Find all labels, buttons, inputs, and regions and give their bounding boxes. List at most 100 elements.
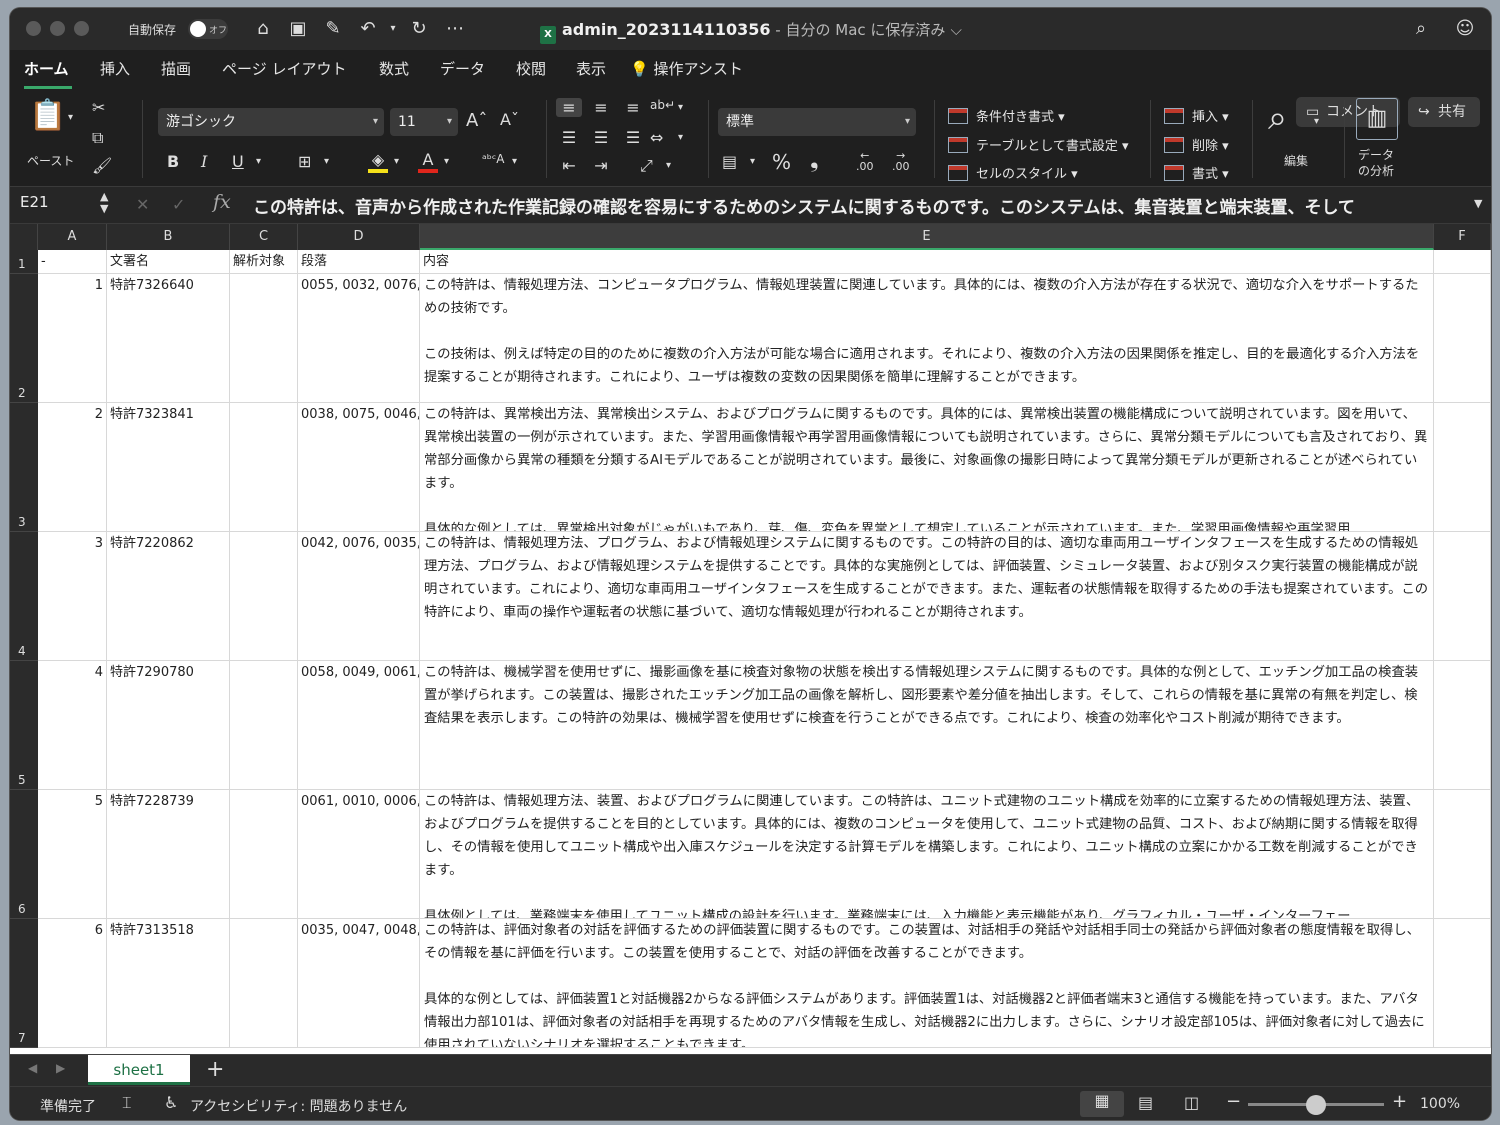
paste-icon[interactable]: 📋 [28, 98, 68, 142]
save-icon[interactable]: ▣ [285, 16, 311, 42]
macro-record-icon[interactable]: ⌶ [122, 1093, 132, 1113]
row-header-5[interactable]: 5 [10, 661, 38, 790]
document-title[interactable]: Xadmin_2023114110356 - 自分の Mac に保存済み ⌵ [540, 19, 962, 44]
cell-f1[interactable] [1434, 250, 1491, 274]
cell-c5[interactable] [230, 661, 298, 790]
cell-a6[interactable]: 5 [38, 790, 107, 919]
formula-input[interactable]: この特許は、音声から作成された作業記録の確認を容易にするためのシステムに関するも… [253, 193, 1463, 218]
cell-b3[interactable]: 特許7323841 [107, 403, 230, 532]
tab-insert[interactable]: 挿入 [100, 58, 130, 79]
column-header-a[interactable]: A [38, 224, 107, 250]
delete-cells-button[interactable]: 削除 ▾ [1164, 135, 1229, 154]
cell-f3[interactable] [1434, 403, 1491, 532]
sheet-tab-sheet1[interactable]: sheet1 [88, 1055, 190, 1085]
page-layout-view-icon[interactable]: ▤ [1138, 1093, 1153, 1112]
align-center-icon[interactable]: ☰ [588, 128, 614, 147]
tab-tell-me[interactable]: 💡 操作アシスト [630, 58, 743, 79]
copy-icon[interactable]: ⧉ [92, 128, 103, 148]
align-left-icon[interactable]: ☰ [556, 128, 582, 147]
select-all-corner[interactable] [10, 224, 38, 250]
cell-f7[interactable] [1434, 919, 1491, 1048]
cell-b1[interactable]: 文署名 [107, 250, 230, 274]
add-sheet-button[interactable]: + [206, 1057, 224, 1082]
name-box-stepper-icon[interactable]: ▲ ▼ [100, 191, 108, 215]
font-name-select[interactable]: 游ゴシック ▾ [158, 108, 384, 136]
prev-sheet-icon[interactable]: ◀ [28, 1061, 37, 1075]
cell-a3[interactable]: 2 [38, 403, 107, 532]
cell-c3[interactable] [230, 403, 298, 532]
cell-e1[interactable]: 内容 [420, 250, 1434, 274]
accounting-dropdown-icon[interactable]: ▾ [750, 156, 755, 167]
save-as-icon[interactable]: ✎ [320, 16, 346, 42]
number-format-select[interactable]: 標準 ▾ [718, 108, 916, 136]
undo-dropdown-icon[interactable]: ▾ [380, 16, 406, 42]
autosave-toggle[interactable]: オフ [188, 19, 228, 39]
tab-draw[interactable]: 描画 [161, 58, 191, 79]
cell-a5[interactable]: 4 [38, 661, 107, 790]
zoom-out-button[interactable]: − [1226, 1091, 1241, 1112]
expand-formula-icon[interactable]: ▼ [1474, 197, 1482, 210]
spreadsheet-grid[interactable]: A B C D E F 1 - 文署名 解析対象 段落 内容 2 1 特許73266… [10, 224, 1491, 1054]
increase-decimal-icon[interactable]: ← .00 [856, 150, 874, 172]
name-box[interactable]: E21 [20, 193, 49, 211]
column-header-f[interactable]: F [1434, 224, 1491, 250]
cell-b6[interactable]: 特許7228739 [107, 790, 230, 919]
underline-button[interactable]: U [232, 152, 244, 171]
accounting-format-icon[interactable]: ▤ [722, 152, 737, 171]
align-bottom-icon[interactable]: ≡ [620, 98, 646, 117]
zoom-window-button[interactable] [74, 21, 89, 36]
analyze-data-label-1[interactable]: データ [1358, 146, 1394, 163]
cell-b4[interactable]: 特許7220862 [107, 532, 230, 661]
tab-home[interactable]: ホーム [24, 58, 69, 79]
next-sheet-icon[interactable]: ▶ [56, 1061, 65, 1075]
cell-b7[interactable]: 特許7313518 [107, 919, 230, 1048]
wrap-text-icon[interactable]: ab↵ [650, 98, 675, 112]
cell-d6[interactable]: 0061, 0010, 0006, 0 [298, 790, 420, 919]
row-header-3[interactable]: 3 [10, 403, 38, 532]
align-middle-icon[interactable]: ≡ [588, 98, 614, 117]
merge-dropdown-icon[interactable]: ▾ [678, 132, 683, 143]
tab-view[interactable]: 表示 [576, 58, 606, 79]
cell-d2[interactable]: 0055, 0032, 0076, 0 [298, 274, 420, 403]
column-header-e[interactable]: E [420, 224, 1434, 250]
cell-a7[interactable]: 6 [38, 919, 107, 1048]
phonetic-dropdown-icon[interactable]: ▾ [512, 156, 517, 167]
page-break-view-icon[interactable]: ◫ [1184, 1093, 1199, 1112]
analyze-data-icon[interactable]: ▥ [1356, 98, 1398, 140]
fill-color-icon[interactable]: ◈ [368, 150, 388, 173]
paste-dropdown-icon[interactable]: ▾ [68, 112, 73, 123]
cell-e3[interactable]: この特許は、異常検出方法、異常検出システム、およびプログラムに関するものです。具… [420, 403, 1434, 532]
account-icon[interactable]: ☺ [1452, 16, 1478, 42]
zoom-level[interactable]: 100% [1420, 1096, 1460, 1112]
font-color-icon[interactable]: A [418, 150, 438, 173]
cell-f5[interactable] [1434, 661, 1491, 790]
orientation-icon[interactable]: ⤢ [640, 156, 653, 176]
row-header-1[interactable]: 1 [10, 250, 38, 274]
column-header-c[interactable]: C [230, 224, 298, 250]
decrease-indent-icon[interactable]: ⇤ [556, 156, 582, 175]
row-header-2[interactable]: 2 [10, 274, 38, 403]
format-as-table-button[interactable]: テーブルとして書式設定 ▾ [948, 135, 1129, 154]
format-cells-button[interactable]: 書式 ▾ [1164, 163, 1229, 182]
italic-button[interactable]: I [201, 152, 207, 171]
cell-c7[interactable] [230, 919, 298, 1048]
cell-a1[interactable]: - [38, 250, 107, 274]
cell-c4[interactable] [230, 532, 298, 661]
tab-page-layout[interactable]: ページ レイアウト [222, 58, 346, 79]
increase-font-icon[interactable]: Aˆ [466, 110, 487, 131]
search-icon[interactable]: ⌕ [1408, 16, 1434, 42]
borders-dropdown-icon[interactable]: ▾ [324, 156, 329, 167]
analyze-data-label-2[interactable]: の分析 [1358, 162, 1394, 179]
normal-view-icon[interactable]: ▦ [1080, 1091, 1124, 1117]
column-header-d[interactable]: D [298, 224, 420, 250]
cell-c6[interactable] [230, 790, 298, 919]
row-header-7[interactable]: 7 [10, 919, 38, 1048]
merge-center-icon[interactable]: ⇔ [650, 128, 663, 147]
cell-b2[interactable]: 特許7326640 [107, 274, 230, 403]
zoom-slider-thumb[interactable] [1306, 1095, 1326, 1115]
edit-label[interactable]: 編集 [1284, 152, 1308, 169]
minimize-window-button[interactable] [50, 21, 65, 36]
tab-review[interactable]: 校閲 [516, 58, 546, 79]
font-color-dropdown-icon[interactable]: ▾ [444, 156, 449, 167]
align-top-icon[interactable]: ≡ [556, 98, 582, 117]
